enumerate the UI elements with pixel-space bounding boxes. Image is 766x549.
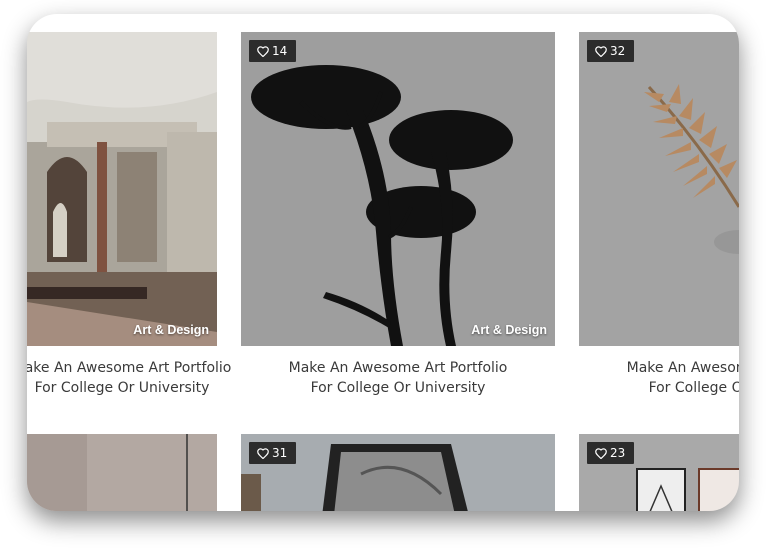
likes-badge[interactable]: 14	[249, 40, 297, 62]
likes-count: 32	[610, 44, 626, 58]
likes-badge[interactable]: 31	[249, 442, 297, 464]
heart-icon	[257, 45, 269, 57]
heart-icon	[595, 447, 607, 459]
card-title-center[interactable]: Make An Awesome Art Portfolio For Colleg…	[208, 358, 588, 398]
likes-count: 23	[610, 446, 626, 460]
likes-count: 31	[272, 446, 288, 460]
portfolio-grid: Art & Design Make An Awesome Art Portfol…	[27, 14, 739, 511]
category-label[interactable]: Art & Design	[471, 323, 547, 337]
tree-silhouette-image	[241, 32, 555, 346]
heart-icon	[595, 45, 607, 57]
category-label[interactable]: Art & Design	[133, 323, 209, 337]
card-title-right[interactable]: Make An Awesome Art Portfolio For Colleg…	[546, 358, 739, 398]
portfolio-card-bottom-right[interactable]: 23	[579, 434, 739, 511]
museum-gallery-image	[27, 32, 217, 346]
fern-leaf-image	[579, 32, 739, 346]
portfolio-card-center[interactable]: 14 Art & Design	[241, 32, 555, 346]
portfolio-card-left[interactable]: Art & Design	[27, 32, 217, 346]
heart-icon	[257, 447, 269, 459]
likes-count: 14	[272, 44, 288, 58]
likes-badge[interactable]: 23	[587, 442, 635, 464]
room-image	[27, 434, 217, 511]
portfolio-card-bottom-left[interactable]	[27, 434, 217, 511]
portfolio-card-bottom-center[interactable]: 31	[241, 434, 555, 511]
portfolio-card-right[interactable]: 32	[579, 32, 739, 346]
likes-badge[interactable]: 32	[587, 40, 635, 62]
